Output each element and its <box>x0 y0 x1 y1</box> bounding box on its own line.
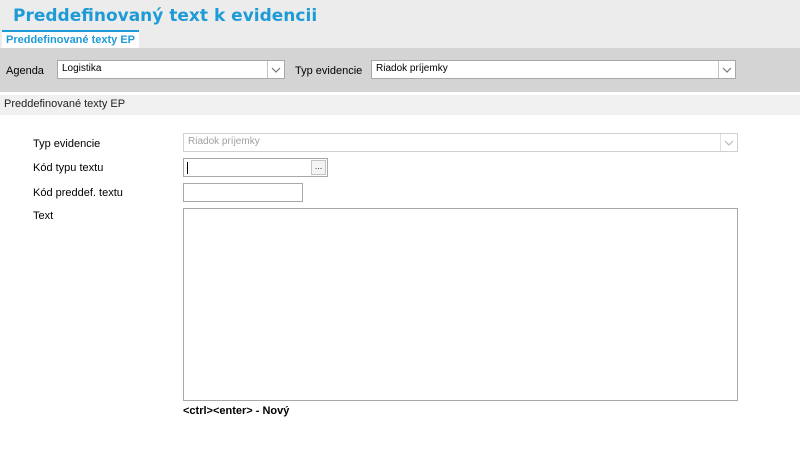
text-cursor <box>187 162 188 174</box>
kod-typu-textu-field[interactable]: ... <box>183 158 328 177</box>
filter-bar: Agenda Logistika Typ evidencie Riadok pr… <box>0 48 800 92</box>
text-area[interactable] <box>183 208 738 401</box>
agenda-select-value: Logistika <box>62 63 102 74</box>
agenda-select[interactable]: Logistika <box>57 60 285 79</box>
chevron-down-icon[interactable] <box>267 61 284 78</box>
section-title: Preddefinované texty EP <box>4 98 126 110</box>
typ-evidencie-filter-select[interactable]: Riadok príjemky <box>371 60 736 79</box>
kod-preddef-textu-label: Kód preddef. textu <box>33 187 123 199</box>
page-title: Preddefinovaný text k evidencii <box>13 6 318 26</box>
section-header: Preddefinované texty EP <box>0 95 800 115</box>
shortcut-hint: <ctrl><enter> - Nový <box>183 405 290 417</box>
typ-evidencie-filter-value: Riadok príjemky <box>376 63 448 74</box>
typ-evidencie-filter-label: Typ evidencie <box>295 65 363 77</box>
agenda-label: Agenda <box>6 65 44 77</box>
chevron-down-icon[interactable] <box>718 61 735 78</box>
text-label: Text <box>33 210 54 222</box>
title-bar: Preddefinovaný text k evidencii Preddefi… <box>0 0 800 48</box>
lookup-button[interactable]: ... <box>311 160 326 175</box>
typ-evidencie-value: Riadok príjemky <box>188 136 260 147</box>
kod-preddef-textu-field[interactable] <box>183 183 303 202</box>
typ-evidencie-select: Riadok príjemky <box>183 133 738 152</box>
typ-evidencie-label: Typ evidencie <box>33 138 101 150</box>
chevron-down-icon <box>720 134 737 151</box>
tab-preddefinovane-texty-ep[interactable]: Preddefinované texty EP <box>2 30 139 48</box>
kod-typu-textu-label: Kód typu textu <box>33 162 104 174</box>
